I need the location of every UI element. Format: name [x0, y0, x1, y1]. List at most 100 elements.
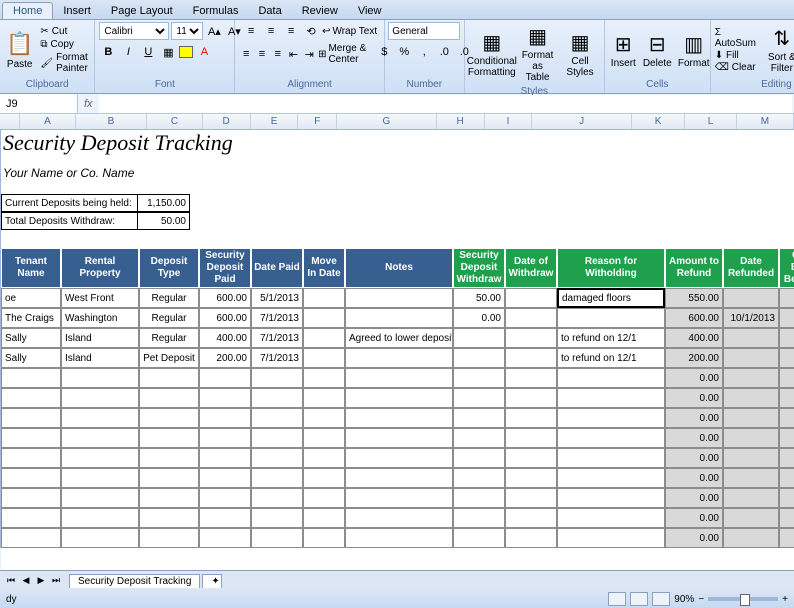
tab-data[interactable]: Data: [248, 3, 291, 19]
cell[interactable]: [303, 308, 345, 328]
cell[interactable]: [61, 408, 139, 428]
cell[interactable]: [251, 488, 303, 508]
cell[interactable]: 10/1/2013: [723, 308, 779, 328]
th-movein[interactable]: Move In Date: [303, 248, 345, 288]
cell[interactable]: [1, 508, 61, 528]
bold-button[interactable]: B: [99, 43, 117, 61]
cell[interactable]: [1, 488, 61, 508]
cell[interactable]: [557, 508, 665, 528]
cell[interactable]: [505, 488, 557, 508]
cell[interactable]: [723, 368, 779, 388]
cell[interactable]: [303, 408, 345, 428]
cell[interactable]: [345, 348, 453, 368]
cell[interactable]: Sally: [1, 348, 61, 368]
tab-nav-prev-icon[interactable]: ◀: [19, 575, 33, 586]
cell[interactable]: Island: [61, 348, 139, 368]
th-notes[interactable]: Notes: [345, 248, 453, 288]
font-name-select[interactable]: Calibri: [99, 22, 169, 40]
cell[interactable]: Agreed to lower deposit: [345, 328, 453, 348]
cell[interactable]: [1, 408, 61, 428]
wrap-text-button[interactable]: ↩Wrap Text: [322, 26, 377, 37]
align-bot-icon[interactable]: ≡: [282, 22, 300, 40]
cell[interactable]: [345, 368, 453, 388]
view-normal-button[interactable]: [608, 592, 626, 606]
cell[interactable]: [199, 488, 251, 508]
group-number[interactable]: Number: [389, 78, 460, 91]
cell[interactable]: 0.00: [779, 308, 794, 328]
cell[interactable]: 200.00: [199, 348, 251, 368]
cell[interactable]: [199, 508, 251, 528]
th-reason[interactable]: Reason for Witholding: [557, 248, 665, 288]
cell[interactable]: [139, 448, 199, 468]
col-header[interactable]: E: [251, 114, 299, 129]
col-header[interactable]: A: [20, 114, 75, 129]
align-right-icon[interactable]: ≡: [271, 45, 285, 63]
cell[interactable]: [723, 408, 779, 428]
cell[interactable]: [251, 368, 303, 388]
align-center-icon[interactable]: ≡: [255, 45, 269, 63]
cell[interactable]: [453, 328, 505, 348]
cell[interactable]: [557, 388, 665, 408]
font-color-button[interactable]: A: [195, 43, 213, 61]
col-header[interactable]: I: [485, 114, 533, 129]
tab-nav-last-icon[interactable]: ⏭: [49, 575, 63, 586]
cell[interactable]: 0.00: [779, 528, 794, 548]
cell[interactable]: [723, 468, 779, 488]
cell[interactable]: [505, 468, 557, 488]
clear-button[interactable]: ⌫ Clear: [715, 62, 761, 73]
cell[interactable]: 400.00: [199, 328, 251, 348]
cell[interactable]: 7/1/2013: [251, 348, 303, 368]
cell[interactable]: [723, 448, 779, 468]
cell[interactable]: [303, 488, 345, 508]
summary-label[interactable]: Current Deposits being held:: [1, 194, 138, 212]
cell[interactable]: [345, 308, 453, 328]
cell[interactable]: [505, 528, 557, 548]
col-header[interactable]: M: [737, 114, 794, 129]
font-size-select[interactable]: 11: [171, 22, 203, 40]
view-break-button[interactable]: [652, 592, 670, 606]
cell[interactable]: [453, 368, 505, 388]
cell[interactable]: damaged floors: [557, 288, 665, 308]
cell[interactable]: 0.00: [779, 508, 794, 528]
cell[interactable]: [557, 528, 665, 548]
fill-color-button[interactable]: [179, 46, 193, 58]
cell[interactable]: [199, 428, 251, 448]
cell[interactable]: [345, 508, 453, 528]
cell[interactable]: [251, 428, 303, 448]
th-type[interactable]: Deposit Type: [139, 248, 199, 288]
cell[interactable]: Island: [61, 328, 139, 348]
autosum-button[interactable]: Σ AutoSum: [715, 27, 761, 49]
cell[interactable]: [505, 348, 557, 368]
cell[interactable]: [139, 408, 199, 428]
cell[interactable]: [139, 428, 199, 448]
cell[interactable]: [61, 488, 139, 508]
cell[interactable]: [61, 448, 139, 468]
grow-font-icon[interactable]: A▴: [205, 22, 223, 40]
cell[interactable]: [723, 528, 779, 548]
number-format-select[interactable]: General: [388, 22, 460, 40]
select-all-button[interactable]: [0, 114, 20, 129]
cell[interactable]: 0.00: [665, 368, 723, 388]
cell[interactable]: 7/1/2013: [251, 328, 303, 348]
cell[interactable]: Regular: [139, 288, 199, 308]
cell[interactable]: [251, 468, 303, 488]
cell[interactable]: 0.00: [665, 528, 723, 548]
col-header[interactable]: H: [437, 114, 485, 129]
cell[interactable]: 600.00: [199, 308, 251, 328]
cell[interactable]: [199, 448, 251, 468]
cell[interactable]: Regular: [139, 328, 199, 348]
cell[interactable]: [723, 388, 779, 408]
cell[interactable]: 550.00: [779, 288, 794, 308]
cell[interactable]: [303, 528, 345, 548]
cell[interactable]: [345, 388, 453, 408]
cell[interactable]: Sally: [1, 328, 61, 348]
th-withdraw[interactable]: Security Deposit Withdraw: [453, 248, 505, 288]
cell[interactable]: [303, 508, 345, 528]
cell[interactable]: The Craigs: [1, 308, 61, 328]
view-layout-button[interactable]: [630, 592, 648, 606]
cell[interactable]: [557, 308, 665, 328]
sort-filter-button[interactable]: ⇅Sort & Filter: [764, 24, 794, 76]
align-top-icon[interactable]: ≡: [242, 22, 260, 40]
cell[interactable]: [723, 328, 779, 348]
delete-cells-button[interactable]: ⊟Delete: [641, 30, 674, 71]
